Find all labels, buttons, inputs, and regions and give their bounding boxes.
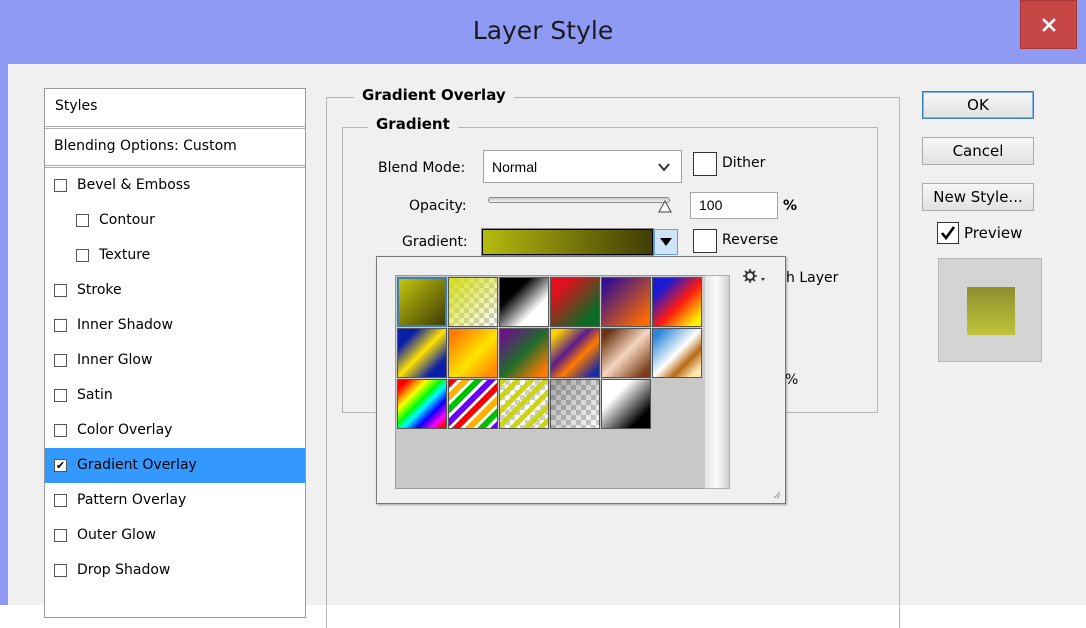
dither-label: Dither bbox=[722, 155, 766, 171]
gradient-label: Gradient: bbox=[402, 234, 468, 250]
gradient-preset-violet-orange[interactable] bbox=[601, 277, 651, 327]
blending-options-item[interactable]: Blending Options: Custom bbox=[45, 129, 305, 168]
new-style-button[interactable]: New Style... bbox=[922, 183, 1034, 211]
gradient-preset-copper[interactable] bbox=[601, 328, 651, 378]
gradient-preset-yellow-transparent[interactable] bbox=[448, 277, 498, 327]
style-item-label: Inner Shadow bbox=[77, 317, 173, 333]
gradient-preset-orange-yellow-orange[interactable] bbox=[448, 328, 498, 378]
gradient-preset-violet-green-orange[interactable] bbox=[499, 328, 549, 378]
ok-button[interactable]: OK bbox=[922, 91, 1034, 119]
triangle-down-icon bbox=[660, 238, 672, 246]
gradient-picker-popup bbox=[376, 256, 786, 504]
style-item-drop-shadow[interactable]: Drop Shadow bbox=[45, 553, 305, 588]
opacity-slider-thumb[interactable] bbox=[658, 200, 672, 214]
style-item-pattern-overlay[interactable]: Pattern Overlay bbox=[45, 483, 305, 518]
gradient-preset-blue-red-yellow[interactable] bbox=[652, 277, 702, 327]
style-checkbox[interactable]: ✔ bbox=[54, 459, 67, 472]
style-item-gradient-overlay[interactable]: ✔ Gradient Overlay bbox=[45, 448, 305, 483]
style-item-label: Texture bbox=[99, 247, 151, 263]
style-checkbox[interactable] bbox=[76, 249, 89, 262]
chevron-down-icon bbox=[658, 163, 670, 172]
style-item-stroke[interactable]: Stroke bbox=[45, 273, 305, 308]
style-item-label: Bevel & Emboss bbox=[77, 177, 191, 193]
style-item-label: Outer Glow bbox=[77, 527, 156, 543]
style-item-label: Drop Shadow bbox=[77, 562, 171, 578]
styles-header[interactable]: Styles bbox=[45, 89, 305, 129]
style-item-outer-glow[interactable]: Outer Glow bbox=[45, 518, 305, 553]
gradient-preset-blue-yellow-blue[interactable] bbox=[397, 328, 447, 378]
align-with-layer-label: h Layer bbox=[786, 270, 839, 286]
style-item-label: Stroke bbox=[77, 282, 122, 298]
scale-percent-label: % bbox=[785, 372, 799, 388]
style-checkbox[interactable] bbox=[54, 424, 67, 437]
style-item-inner-shadow[interactable]: Inner Shadow bbox=[45, 308, 305, 343]
style-checkbox[interactable] bbox=[54, 529, 67, 542]
gradient-swatch[interactable] bbox=[481, 228, 654, 256]
style-item-contour[interactable]: Contour bbox=[45, 203, 305, 238]
close-button[interactable] bbox=[1020, 0, 1077, 49]
blend-mode-select[interactable]: Normal bbox=[483, 150, 682, 183]
window-border bbox=[0, 0, 8, 605]
blend-mode-label: Blend Mode: bbox=[378, 160, 466, 176]
cancel-button[interactable]: Cancel bbox=[922, 137, 1034, 165]
gradient-preset-chrome[interactable] bbox=[652, 328, 702, 378]
style-checkbox[interactable] bbox=[54, 494, 67, 507]
style-items: Bevel & Emboss Contour Texture Stroke Inner … bbox=[45, 168, 305, 588]
style-item-texture[interactable]: Texture bbox=[45, 238, 305, 273]
style-preview bbox=[938, 258, 1042, 362]
style-checkbox[interactable] bbox=[54, 319, 67, 332]
gradient-preset-yellow-olive[interactable] bbox=[397, 277, 447, 327]
style-checkbox[interactable] bbox=[54, 354, 67, 367]
gradient-preset-black-white[interactable] bbox=[499, 277, 549, 327]
style-item-label: Pattern Overlay bbox=[77, 492, 187, 508]
gradient-preset-transparent-rainbow[interactable] bbox=[448, 379, 498, 429]
opacity-unit: % bbox=[783, 198, 798, 214]
style-checkbox[interactable] bbox=[54, 389, 67, 402]
style-item-label: Gradient Overlay bbox=[77, 457, 197, 473]
style-item-label: Contour bbox=[99, 212, 155, 228]
resize-grip-icon[interactable] bbox=[771, 489, 781, 499]
style-checkbox[interactable] bbox=[54, 284, 67, 297]
reverse-label: Reverse bbox=[722, 232, 779, 248]
gradient-preset-yellow-violet-orange-blue[interactable] bbox=[550, 328, 600, 378]
style-item-satin[interactable]: Satin bbox=[45, 378, 305, 413]
close-icon bbox=[1041, 17, 1056, 32]
style-item-bevel-emboss[interactable]: Bevel & Emboss bbox=[45, 168, 305, 203]
blend-mode-value: Normal bbox=[492, 158, 538, 175]
gradient-preset-neutral-density[interactable] bbox=[550, 379, 600, 429]
gradient-dropdown-button[interactable] bbox=[654, 229, 678, 255]
style-item-color-overlay[interactable]: Color Overlay bbox=[45, 413, 305, 448]
gradient-preset-black-transparent[interactable] bbox=[601, 379, 651, 429]
gradient-group-title: Gradient bbox=[368, 115, 458, 133]
window-title: Layer Style bbox=[472, 16, 614, 45]
preview-label: Preview bbox=[964, 224, 1023, 242]
style-checkbox[interactable] bbox=[54, 179, 67, 192]
gradient-preset-transparent-stripes[interactable] bbox=[499, 379, 549, 429]
style-item-label: Inner Glow bbox=[77, 352, 153, 368]
gradient-picker-scrollbar[interactable] bbox=[705, 275, 730, 489]
opacity-input[interactable]: 100 bbox=[690, 192, 778, 219]
reverse-checkbox[interactable] bbox=[693, 229, 717, 253]
styles-list: Styles Blending Options: Custom Bevel & … bbox=[44, 88, 306, 618]
dither-checkbox[interactable] bbox=[693, 152, 717, 176]
style-item-label: Color Overlay bbox=[77, 422, 173, 438]
opacity-label: Opacity: bbox=[409, 198, 467, 214]
preview-swatch bbox=[967, 287, 1015, 335]
gradient-preset-red-green[interactable] bbox=[550, 277, 600, 327]
style-item-label: Satin bbox=[77, 387, 113, 403]
style-checkbox[interactable] bbox=[76, 214, 89, 227]
gradient-preset-spectrum[interactable] bbox=[397, 379, 447, 429]
dialog-body: Styles Blending Options: Custom Bevel & … bbox=[8, 64, 1086, 628]
gradient-overlay-title: Gradient Overlay bbox=[354, 86, 514, 104]
gear-icon[interactable] bbox=[743, 269, 767, 283]
style-checkbox[interactable] bbox=[54, 564, 67, 577]
opacity-slider[interactable] bbox=[488, 197, 670, 203]
preview-checkbox[interactable] bbox=[937, 222, 959, 244]
style-item-inner-glow[interactable]: Inner Glow bbox=[45, 343, 305, 378]
checkmark-icon bbox=[940, 226, 956, 241]
